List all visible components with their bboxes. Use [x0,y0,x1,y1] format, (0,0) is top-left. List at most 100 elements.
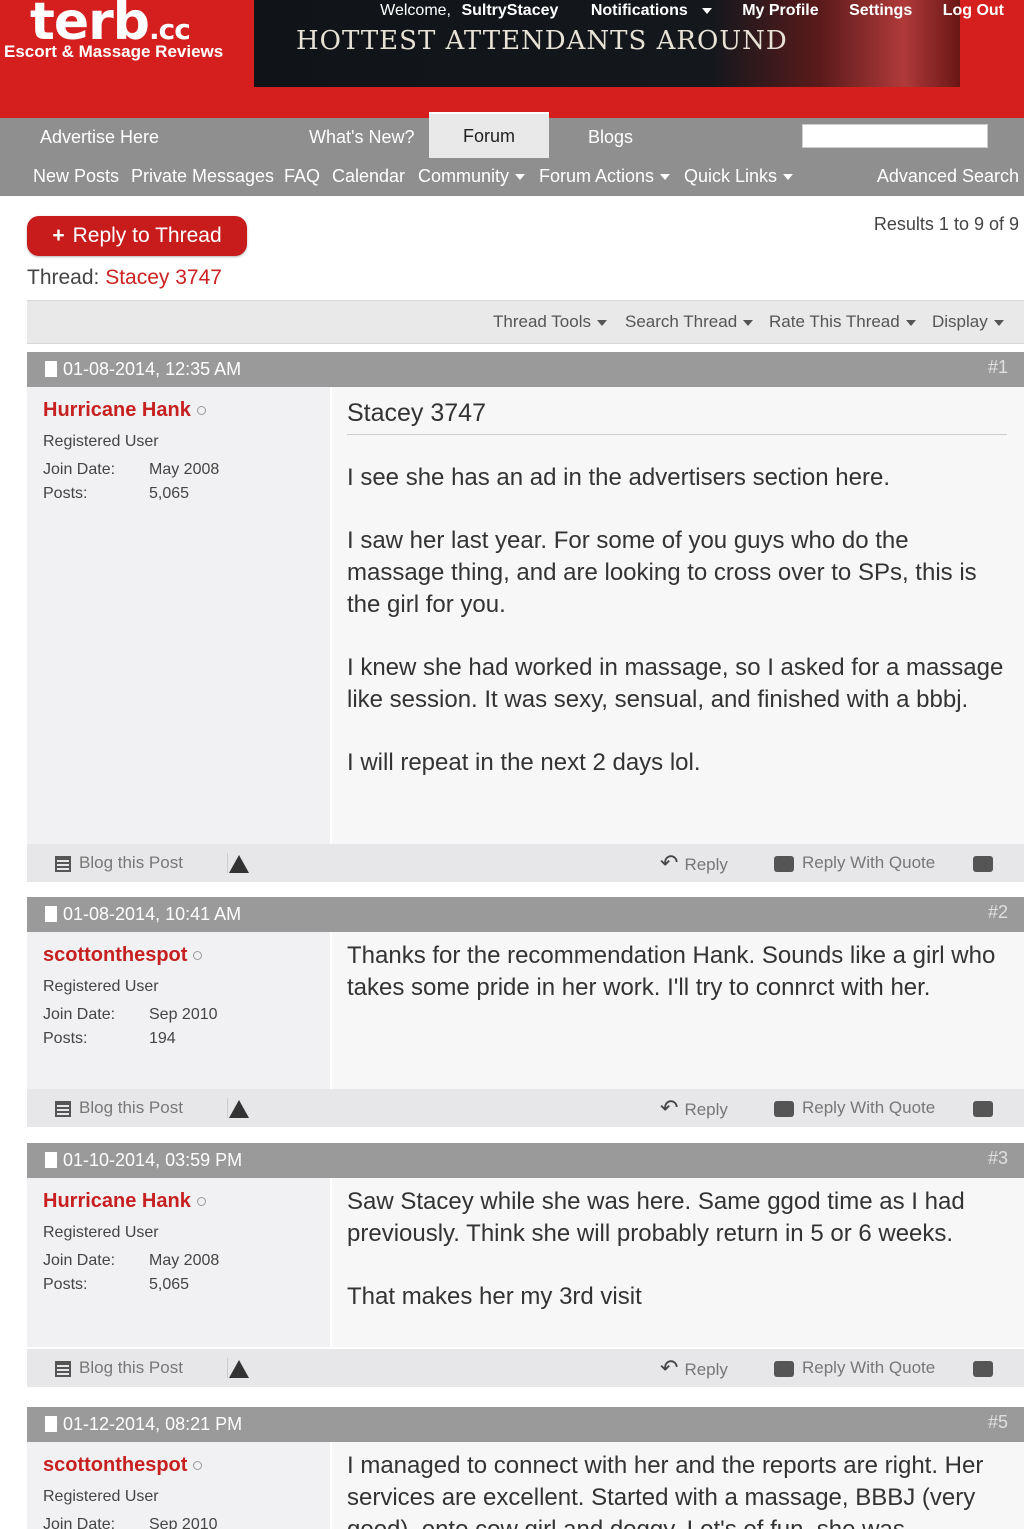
plus-icon: + [52,224,65,247]
reply-to-thread-button[interactable]: + Reply to Thread [27,216,247,256]
post-username[interactable]: Hurricane Hank [43,399,206,422]
reply-arrow-icon: ↶ [660,1355,679,1380]
post-username[interactable]: scottonthespot [43,944,203,967]
subnav-private-messages[interactable]: Private Messages [131,156,274,196]
user-title: Registered User [43,978,159,995]
tab-advertise[interactable]: Advertise Here [40,118,159,156]
user-info-panel: Hurricane Hank Registered User Join Date… [27,1178,330,1347]
join-date-label: Join Date: [43,461,116,478]
my-profile-link[interactable]: My Profile [742,2,818,19]
user-info-panel: scottonthespot Registered User Join Date… [27,1442,330,1529]
rate-thread-menu[interactable]: Rate This Thread [769,301,916,343]
site-header: terb.cc Escort & Massage Reviews HOTTEST… [0,0,1024,118]
post-username[interactable]: scottonthespot [43,1454,203,1477]
offline-status-icon [196,1197,206,1207]
offline-status-icon [193,1461,203,1471]
logout-link[interactable]: Log Out [943,2,1004,19]
report-post-button[interactable] [229,844,257,882]
settings-link[interactable]: Settings [849,2,912,19]
post-date: 01-10-2014, 03:59 PM [63,1150,243,1170]
post-content: Stacey 3747 I see she has an ad in the a… [332,387,1024,844]
report-post-button[interactable] [229,1349,257,1387]
subnav-forum-actions[interactable]: Forum Actions [539,156,671,196]
tab-forum[interactable]: Forum [429,112,549,158]
post-5: 01-12-2014, 08:21 PM #5 scottonthespot R… [27,1407,1024,1529]
offline-status-icon [193,951,203,961]
blog-icon [55,855,71,872]
blog-this-post-button[interactable]: Blog this Post [55,1089,183,1127]
blog-this-post-button[interactable]: Blog this Post [55,844,183,882]
posts-label: Posts: [43,1276,88,1293]
tab-blogs[interactable]: Blogs [588,118,633,156]
reply-button[interactable]: ↶ Reply [660,1089,728,1129]
post-content: Saw Stacey while she was here. Same ggod… [332,1178,1024,1347]
reply-button[interactable]: ↶ Reply [660,1349,728,1389]
banner-text: HOTTEST ATTENDANTS AROUND [296,26,788,56]
reply-arrow-icon: ↶ [660,850,679,875]
chevron-down-icon [515,174,526,181]
reply-with-quote-button[interactable]: Reply With Quote [774,844,935,882]
post-number-link[interactable]: #2 [988,897,1008,927]
blog-icon [55,1360,71,1377]
search-thread-menu[interactable]: Search Thread [625,301,754,343]
subnav-community[interactable]: Community [418,156,526,196]
welcome-label: Welcome, [380,2,451,19]
search-input[interactable] [802,124,988,148]
post-footer: Blog this Post ↶ Reply Reply With Quote [27,844,1024,882]
warning-icon [229,1099,249,1118]
blog-this-post-button[interactable]: Blog this Post [55,1349,183,1387]
reply-with-quote-button[interactable]: Reply With Quote [774,1349,935,1387]
posts-count: 5,065 [149,1276,190,1293]
quote-icon [774,855,794,872]
main-nav: Advertise Here What's New? Forum Blogs N… [0,112,1024,196]
post-message: I see she has an ad in the advertisers s… [347,464,1004,776]
multiquote-button[interactable] [973,844,1001,882]
post-number-link[interactable]: #3 [988,1143,1008,1173]
subnav-advanced-search[interactable]: Advanced Search [877,156,1019,196]
post-content: I managed to connect with her and the re… [332,1442,1024,1529]
posts-label: Posts: [43,1030,88,1047]
user-title: Registered User [43,1224,159,1241]
site-logo[interactable]: terb.cc Escort & Massage Reviews [0,0,250,70]
multiquote-button[interactable] [973,1349,1001,1387]
username-link[interactable]: SultryStacey [461,2,558,19]
user-welcome-bar: Welcome, SultryStacey Notifications My P… [380,2,1004,20]
post-message: Saw Stacey while she was here. Same ggod… [347,1188,965,1310]
multiquote-button[interactable] [973,1089,1001,1127]
join-date-value: May 2008 [149,461,220,478]
posts-count: 194 [149,1030,176,1047]
join-date-label: Join Date: [43,1252,116,1269]
subnav-new-posts[interactable]: New Posts [33,156,119,196]
chevron-down-icon [743,319,754,326]
post-header: 01-08-2014, 12:35 AM #1 [27,352,1024,387]
warning-icon [229,854,249,873]
quote-icon [774,1100,794,1117]
reply-with-quote-button[interactable]: Reply With Quote [774,1089,935,1127]
subnav-faq[interactable]: FAQ [284,156,320,196]
document-icon [45,361,57,377]
post-date: 01-12-2014, 08:21 PM [63,1414,243,1434]
reply-button[interactable]: ↶ Reply [660,844,728,884]
post-number-link[interactable]: #5 [988,1407,1008,1437]
document-icon [45,906,57,922]
results-count: Results 1 to 9 of 9 [873,214,1019,234]
post-number-link[interactable]: #1 [988,352,1008,382]
subnav-calendar[interactable]: Calendar [332,156,405,196]
post-footer: Blog this Post ↶ Reply Reply With Quote [27,1349,1024,1387]
report-post-button[interactable] [229,1089,257,1127]
join-date-label: Join Date: [43,1516,116,1529]
multiquote-icon [973,1360,993,1377]
post-username[interactable]: Hurricane Hank [43,1190,206,1213]
posts-label: Posts: [43,485,88,502]
thread-title: Thread: Stacey 3747 [27,266,222,289]
tab-whats-new[interactable]: What's New? [309,118,414,156]
subnav-quick-links[interactable]: Quick Links [684,156,794,196]
chevron-down-icon [660,174,671,181]
thread-tools-menu[interactable]: Thread Tools [493,301,607,343]
post-message: Thanks for the recommendation Hank. Soun… [347,942,996,1001]
post-message: I managed to connect with her and the re… [347,1452,984,1529]
display-menu[interactable]: Display [932,301,1004,343]
offline-status-icon [196,406,206,416]
post-header: 01-12-2014, 08:21 PM #5 [27,1407,1024,1442]
notifications-menu[interactable]: Notifications [577,2,712,19]
